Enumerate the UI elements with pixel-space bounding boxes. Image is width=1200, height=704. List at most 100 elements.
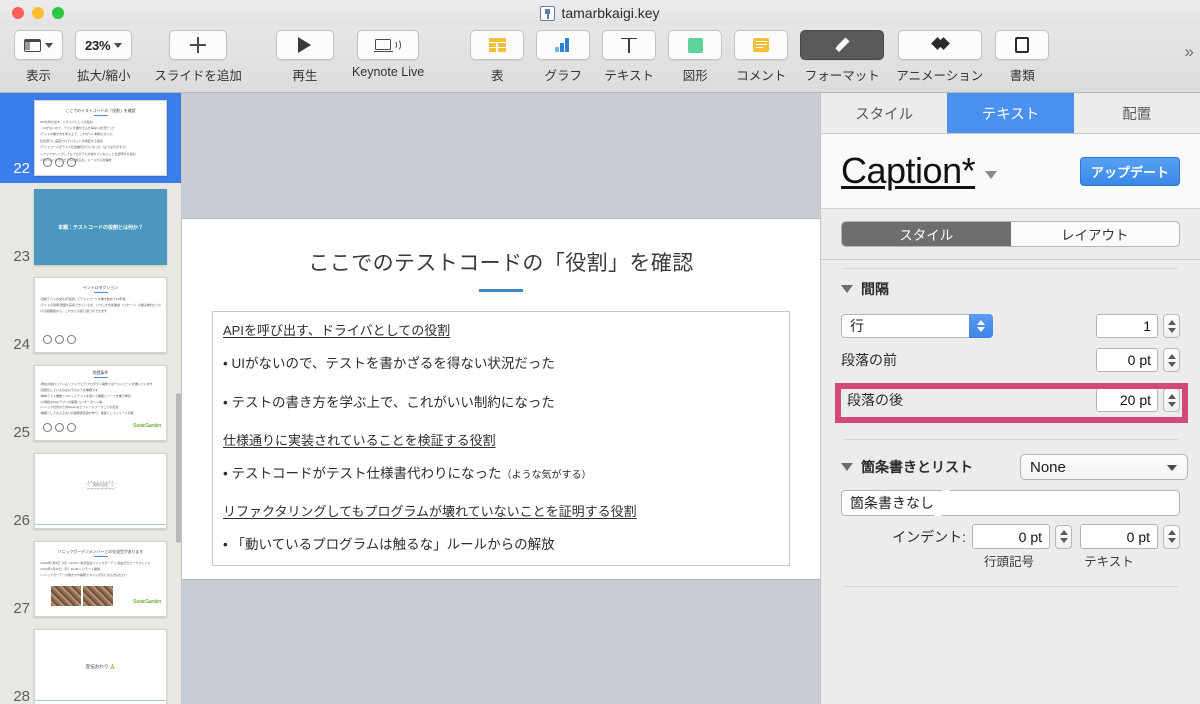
sonicgarden-logo: SonicGarden [133, 423, 161, 429]
toolbar-format[interactable]: フォーマット [794, 30, 890, 84]
disclosure-triangle-icon[interactable] [841, 463, 853, 471]
minimize-button[interactable] [32, 7, 44, 19]
slide-navigator[interactable]: 22 ここでのテストコードの「役割」を確認 APIを呼び出す、ドライバとしての役… [0, 93, 182, 704]
indent-label: インデント: [892, 528, 966, 545]
toolbar-text[interactable]: テキスト [596, 30, 662, 84]
divider [843, 586, 1178, 587]
toolbar-document[interactable]: 書類 [989, 30, 1055, 84]
slide-thumbnail-26[interactable]: 26 ＿人人人人人人人人人＿ ＞ 突然の宣伝 ＜ ￣Y^Y^Y^Y^Y^Y^Y^… [0, 447, 181, 535]
toolbar-table[interactable]: 表 [464, 30, 530, 84]
slide-bullet: • UIがないので、テストを書かざるを得ない状況だった [223, 355, 555, 371]
bullets-section-header[interactable]: 箇条書きとリスト None [841, 454, 1188, 480]
paragraph-style-header: Caption* アップデート [821, 134, 1200, 209]
toolbar-zoom[interactable]: 23% 拡大/縮小 [69, 30, 138, 84]
chart-icon [554, 38, 572, 52]
space-before-cluster: 0 pt [1096, 348, 1180, 372]
window-controls[interactable] [0, 7, 64, 19]
slide-number: 28 [13, 688, 30, 704]
style-layout-segmented-control[interactable]: スタイル レイアウト [841, 221, 1180, 247]
thumb-rule [93, 292, 108, 294]
segment-style[interactable]: スタイル [842, 222, 1011, 246]
thumbnail-image: 本題：テストコードの役割とは何か？ [34, 189, 167, 265]
slide-number: 27 [13, 600, 30, 617]
slide-text-box[interactable]: APIを呼び出す、ドライバとしての役割 • UIがないので、テストを書かざるを得… [212, 310, 790, 566]
toolbar-add-slide[interactable]: スライドを追加 [148, 30, 248, 84]
disclosure-triangle-icon[interactable] [841, 285, 853, 293]
tab-arrange[interactable]: 配置 [1073, 93, 1200, 133]
segment-layout[interactable]: レイアウト [1011, 222, 1180, 246]
slide-thumbnail-22[interactable]: 22 ここでのテストコードの「役割」を確認 APIを呼び出す、ドライバとしての役… [0, 93, 181, 183]
space-after-field[interactable]: 20 pt [1096, 388, 1158, 412]
view-layout-icon [24, 38, 41, 52]
list-style-popup[interactable]: None [1020, 454, 1188, 480]
line-spacing-stepper[interactable] [1163, 314, 1180, 338]
toolbar-chart[interactable]: グラフ [530, 30, 596, 84]
indent-bullet-field[interactable]: 0 pt [972, 524, 1050, 549]
maximize-button[interactable] [52, 7, 64, 19]
bullet-type-popup[interactable]: 箇条書きなし [841, 490, 1180, 516]
chevron-down-icon [45, 43, 53, 48]
slide-title[interactable]: ここでのテストコードの「役割」を確認 [182, 247, 820, 277]
slide-canvas[interactable]: ここでのテストコードの「役割」を確認 APIを呼び出す、ドライバとしての役割 •… [182, 93, 820, 704]
thumb-line: ・テストの書き方を学ぶ上で、これがいい制約になった [40, 131, 113, 136]
paragraph-style-name[interactable]: Caption* [841, 153, 976, 189]
thumb-line: ・UIがないので、テストを書かざるを得ない状況だった [40, 126, 115, 131]
thumb-ascii-art: ＿人人人人人人人人人＿ ＞ 突然の宣伝 ＜ ￣Y^Y^Y^Y^Y^Y^Y^Y￣ [83, 480, 118, 491]
toolbar-animate[interactable]: アニメーション [890, 30, 989, 84]
stepper-arrows-icon[interactable] [969, 314, 993, 338]
toolbar-format-label: フォーマット [804, 69, 880, 83]
thumb-circles [43, 158, 76, 167]
toolbar-view[interactable]: 表示 [8, 30, 69, 84]
close-button[interactable] [12, 7, 24, 19]
spacing-section-header[interactable]: 間隔 [841, 279, 1188, 299]
stepper-arrows-icon[interactable] [934, 490, 950, 516]
space-before-field[interactable]: 0 pt [1096, 348, 1158, 372]
space-after-row: 段落の後 20 pt [833, 383, 1188, 423]
line-spacing-mode-popup[interactable]: 行 [841, 314, 993, 338]
toolbar-document-label: 書類 [1009, 69, 1035, 83]
slide-thumbnail-28[interactable]: 28 宣伝おわり 🙏 [0, 623, 181, 704]
space-after-label: 段落の後 [847, 392, 903, 408]
indent-text-stepper[interactable] [1163, 524, 1180, 549]
indent-text-field[interactable]: 0 pt [1080, 524, 1158, 549]
space-after-stepper[interactable] [1163, 388, 1180, 412]
slide-thumbnail-25[interactable]: 25 前提条件 ・現在の携わっているソフトウェア・プロダクト開発ではテストコード… [0, 359, 181, 447]
thumb-title: 本題：テストコードの役割とは何か？ [57, 224, 143, 231]
slide-thumbnail-24[interactable]: 24 イントロダクション ・自動テストの文化が浸透してテストコードを書き始めて1… [0, 271, 181, 359]
update-style-button[interactable]: アップデート [1079, 156, 1180, 186]
broadcast-icon [374, 38, 402, 53]
toolbar-keynote-live[interactable]: Keynote Live [346, 30, 430, 79]
space-before-stepper[interactable] [1163, 348, 1180, 372]
slide-thumbnail-27[interactable]: 27 ソニックガーデンメンバーとの交流会があります ・2019年7月8日（月）1… [0, 535, 181, 623]
toolbar-play[interactable]: 再生 [270, 30, 340, 84]
thumb-line: リファクタリングしてもプログラムが壊れていないことを証明する役割 [40, 151, 136, 156]
main-content-area: 22 ここでのテストコードの「役割」を確認 APIを呼び出す、ドライバとしての役… [0, 93, 1200, 704]
slide-thumbnail-23[interactable]: 23 本題：テストコードの役割とは何か？ [0, 183, 181, 271]
toolbar-shape[interactable]: 図形 [662, 30, 728, 84]
toolbar-play-label: 再生 [292, 69, 318, 83]
toolbar-overflow-button[interactable]: » [1185, 42, 1194, 62]
toolbar-comment[interactable]: コメント [728, 30, 794, 84]
inspector-tabs[interactable]: スタイル テキスト 配置 [821, 93, 1200, 134]
space-after-cluster: 20 pt [1096, 388, 1180, 412]
thumb-line: ・その経験談から、これからの振り返りができます [40, 308, 108, 313]
thumb-line: ・ソニックガーデンの働き方や開発スタイルが気になる方はぜひ！ [40, 572, 129, 577]
zoom-level-value: 23% [85, 37, 111, 53]
text-icon [621, 37, 638, 53]
tab-style[interactable]: スタイル [821, 93, 948, 133]
chevron-down-icon[interactable] [985, 171, 998, 179]
slide-heading: 仕様通りに実装されていることを検証する役割 [223, 432, 496, 448]
tab-text[interactable]: テキスト [947, 93, 1074, 133]
current-slide[interactable]: ここでのテストコードの「役割」を確認 APIを呼び出す、ドライバとしての役割 •… [182, 218, 820, 579]
line-spacing-value-field[interactable]: 1 [1096, 314, 1158, 338]
line-spacing-row: 行 1 [833, 309, 1188, 343]
divider [843, 268, 1178, 269]
shape-icon [687, 37, 703, 53]
keynote-document-icon [540, 5, 556, 21]
slide-bullet-note: （ような気がする） [501, 469, 592, 481]
slide-number: 23 [13, 248, 30, 265]
toolbar-text-label: テキスト [604, 69, 655, 83]
main-toolbar: 表示 23% 拡大/縮小 スライドを追加 再生 Keynote Live 表 グ… [0, 26, 1200, 93]
indent-bullet-stepper[interactable] [1055, 524, 1072, 549]
navigator-scrollbar[interactable] [176, 393, 181, 543]
